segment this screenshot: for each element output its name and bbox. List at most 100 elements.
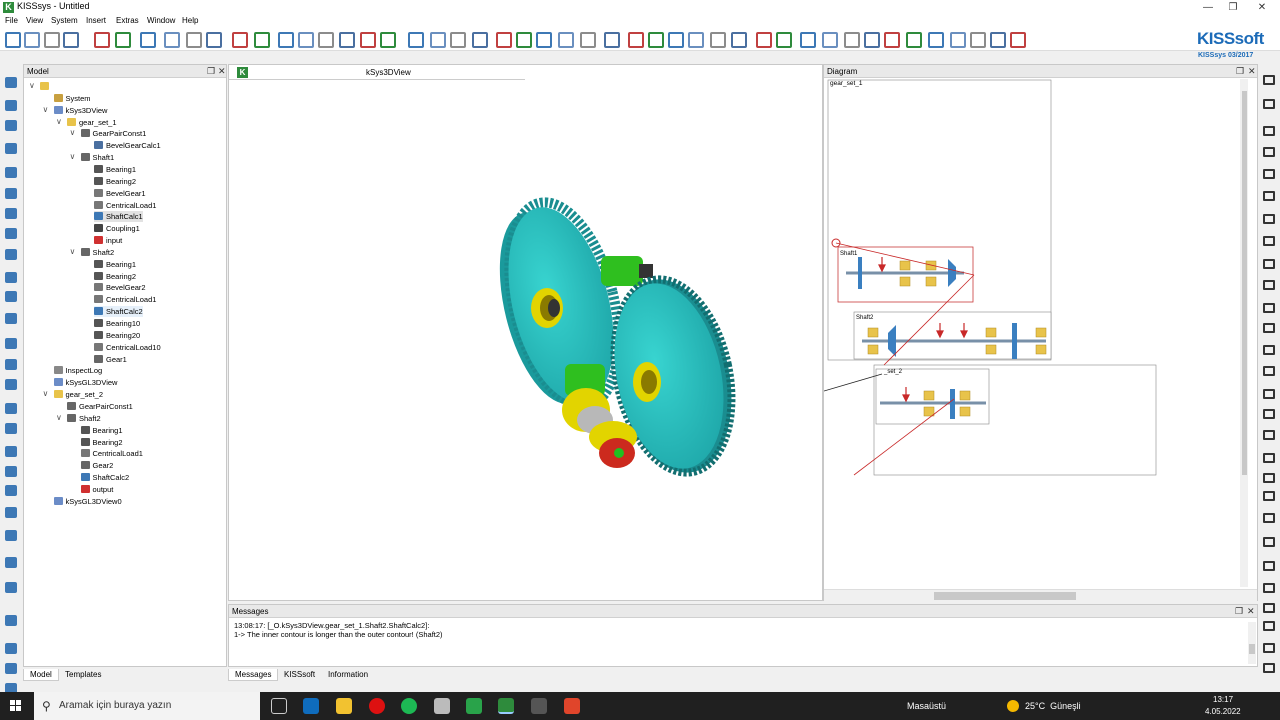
side-tool-button[interactable] [1263, 663, 1275, 673]
toolbar-button[interactable] [278, 32, 294, 48]
tree-item[interactable]: CentricalLoad1 [94, 200, 156, 211]
tree-item[interactable]: BevelGear2 [94, 282, 146, 293]
shaft2-block[interactable] [853, 311, 1052, 360]
toolbar-button[interactable] [318, 32, 334, 48]
toolbar-button[interactable] [115, 32, 131, 48]
toolbar-button[interactable] [232, 32, 248, 48]
toolbar-button[interactable] [688, 32, 704, 48]
tree-item[interactable]: System [53, 93, 91, 104]
tree-item[interactable]: Shaft2 [67, 413, 101, 424]
diagram-canvas[interactable] [824, 79, 1248, 587]
tree-item[interactable]: Coupling1 [94, 223, 140, 234]
menu-view[interactable]: View [26, 16, 43, 25]
toolbar-button[interactable] [558, 32, 574, 48]
toolbar-button[interactable] [472, 32, 488, 48]
toolbar-button[interactable] [756, 32, 772, 48]
side-tool-button[interactable] [5, 530, 17, 541]
tree-item[interactable]: kSysGL3DView [53, 377, 117, 388]
tree-item[interactable]: ShaftCalc2 [94, 306, 143, 318]
toolbar-button[interactable] [206, 32, 222, 48]
tree-item[interactable]: Bearing1 [94, 164, 136, 175]
side-tool-button[interactable] [5, 359, 17, 370]
side-tool-button[interactable] [1263, 191, 1275, 201]
tree-item[interactable]: GearPairConst1 [67, 401, 133, 412]
side-tool-button[interactable] [5, 167, 17, 178]
side-tool-button[interactable] [1263, 473, 1275, 483]
side-tool-button[interactable] [1263, 537, 1275, 547]
tree-item[interactable]: kSysGL3DView0 [53, 496, 122, 507]
close-button[interactable]: ✕ [1244, 0, 1280, 15]
tab-templates[interactable]: Templates [59, 669, 107, 681]
c-app-icon[interactable] [564, 698, 580, 714]
toolbar-button[interactable] [24, 32, 40, 48]
side-tool-button[interactable] [5, 272, 17, 283]
tree-item[interactable]: input [94, 235, 122, 246]
kisssys-taskbar-icon[interactable] [531, 698, 547, 714]
model-float-icon[interactable]: ❐ [207, 66, 215, 77]
side-tool-button[interactable] [1263, 603, 1275, 613]
diagram-hscroll-thumb[interactable] [934, 592, 1076, 600]
side-tool-button[interactable] [1263, 389, 1275, 399]
tree-item[interactable]: Bearing10 [94, 318, 140, 329]
side-tool-button[interactable] [1263, 513, 1275, 523]
diagram-hscroll[interactable] [824, 589, 1257, 601]
app-icon[interactable] [434, 698, 450, 714]
toolbar-button[interactable] [5, 32, 21, 48]
toolbar-button[interactable] [970, 32, 986, 48]
side-tool-button[interactable] [5, 466, 17, 477]
menu-insert[interactable]: Insert [86, 16, 106, 25]
tree-item[interactable]: Bearing2 [94, 271, 136, 282]
side-tool-button[interactable] [5, 100, 17, 111]
toolbar-button[interactable] [430, 32, 446, 48]
kisssoft-taskbar-icon[interactable] [498, 698, 514, 714]
menu-extras[interactable]: Extras [116, 16, 139, 25]
toolbar-button[interactable] [710, 32, 726, 48]
messages-close-icon[interactable]: ✕ [1247, 606, 1255, 617]
diagram-float-icon[interactable]: ❐ [1236, 66, 1244, 77]
tree-item[interactable]: GearPairConst1 [80, 128, 146, 139]
view-3d-tab[interactable]: K kSys3DView [229, 65, 525, 80]
toolbar-button[interactable] [950, 32, 966, 48]
side-tool-button[interactable] [5, 379, 17, 390]
tree-item[interactable]: ShaftCalc2 [80, 472, 129, 483]
tree-expander-icon[interactable]: ∨ [70, 247, 78, 256]
side-tool-button[interactable] [5, 446, 17, 457]
tree-item[interactable]: Shaft2 [80, 247, 114, 258]
file-explorer-icon[interactable] [336, 698, 352, 714]
task-view-icon[interactable] [271, 698, 287, 714]
gear-3d-model[interactable] [229, 80, 824, 600]
tree-item[interactable]: kSys3DView [53, 105, 107, 116]
view-3d-panel[interactable]: K kSys3DView [228, 64, 823, 601]
tree-item[interactable]: Shaft1 [80, 152, 114, 163]
tab-messages[interactable]: Messages [228, 669, 279, 681]
side-tool-button[interactable] [1263, 345, 1275, 355]
outlook-icon[interactable] [303, 698, 319, 714]
toolbar-button[interactable] [380, 32, 396, 48]
tree-item[interactable]: InspectLog [53, 365, 102, 376]
side-tool-button[interactable] [5, 557, 17, 568]
side-tool-button[interactable] [5, 249, 17, 260]
tree-item[interactable]: Bearing2 [80, 437, 123, 448]
toolbar-button[interactable] [254, 32, 270, 48]
weather-text[interactable]: 25°C Güneşli [1025, 701, 1081, 711]
tree-item[interactable]: Gear2 [80, 460, 113, 471]
tree-item[interactable]: gear_set_2 [53, 389, 103, 400]
diagram-close-icon[interactable]: ✕ [1248, 66, 1256, 77]
toolbar-button[interactable] [844, 32, 860, 48]
tree-item[interactable]: ShaftCalc1 [94, 211, 143, 223]
toolbar-button[interactable] [800, 32, 816, 48]
tree-item[interactable]: Gear1 [94, 354, 127, 365]
toolbar-button[interactable] [298, 32, 314, 48]
toolbar-button[interactable] [94, 32, 110, 48]
side-tool-button[interactable] [1263, 430, 1275, 440]
side-tool-button[interactable] [1263, 303, 1275, 313]
toolbar-button[interactable] [339, 32, 355, 48]
toolbar-button[interactable] [628, 32, 644, 48]
toolbar-button[interactable] [536, 32, 552, 48]
menu-window[interactable]: Window [147, 16, 175, 25]
menu-system[interactable]: System [51, 16, 78, 25]
toolbar-button[interactable] [776, 32, 792, 48]
side-tool-button[interactable] [1263, 491, 1275, 501]
toolbar-button[interactable] [822, 32, 838, 48]
toolbar-button[interactable] [604, 32, 620, 48]
